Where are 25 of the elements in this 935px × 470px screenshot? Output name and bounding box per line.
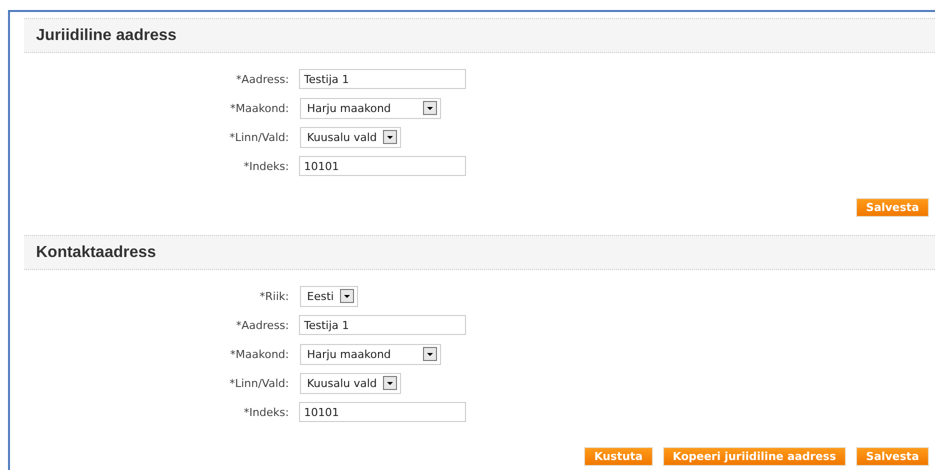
caret-icon bbox=[422, 347, 437, 361]
section-title: Juriidiline aadress bbox=[36, 26, 177, 44]
field-label: *Linn/Vald: bbox=[228, 130, 289, 144]
dropdown[interactable]: Kuusalu vald bbox=[300, 372, 401, 394]
dropdown[interactable]: Harju maakond bbox=[300, 344, 441, 364]
field-label: *Indeks: bbox=[242, 160, 289, 172]
text-field[interactable]: 10101 bbox=[299, 156, 466, 176]
text-field[interactable]: Testija 1 bbox=[299, 69, 466, 89]
dropdown[interactable]: Harju maakond bbox=[300, 98, 441, 118]
text-field[interactable]: Testija 1 bbox=[299, 315, 466, 335]
field-label: *Riik: bbox=[258, 290, 289, 302]
caret-icon bbox=[382, 376, 397, 390]
field-label: *Maakond: bbox=[229, 102, 289, 114]
dropdown[interactable]: Kuusalu vald bbox=[300, 126, 401, 148]
dropdown[interactable]: Eesti bbox=[300, 286, 358, 306]
field-label: *Aadress: bbox=[235, 318, 289, 332]
text-field[interactable]: 10101 bbox=[299, 402, 466, 422]
caret-icon bbox=[340, 289, 354, 303]
field-label: *Maakond: bbox=[229, 348, 289, 360]
caret-icon bbox=[422, 101, 437, 115]
field-label: *Linn/Vald: bbox=[228, 376, 289, 390]
field-label: *Indeks: bbox=[242, 406, 289, 418]
caret-icon bbox=[382, 130, 397, 144]
section-title: Kontaktaadress bbox=[36, 244, 156, 262]
field-label: *Aadress: bbox=[235, 72, 289, 86]
